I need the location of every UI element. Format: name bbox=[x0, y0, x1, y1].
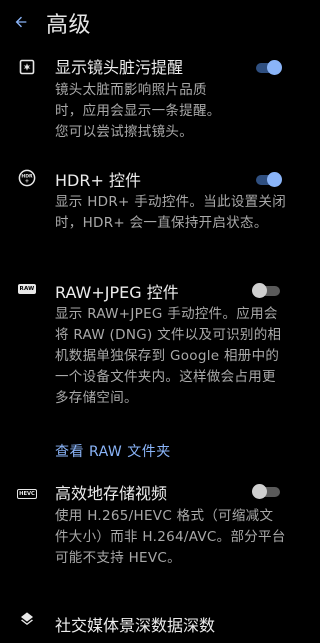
setting-efficient-video[interactable]: HEVC 高效地存储视频 使用 H.265/HEVC 格式（可缩减文件大小）而非… bbox=[0, 482, 300, 592]
setting-title: 显示镜头脏污提醒 bbox=[55, 58, 184, 77]
setting-description: 显示 HDR+ 手动控件。当此设置关闭时，HDR+ 会一直保持开启状态。 bbox=[55, 194, 287, 231]
page-title: 高级 bbox=[46, 13, 92, 38]
lens-dirty-toggle[interactable] bbox=[252, 59, 282, 75]
toggle-thumb bbox=[267, 60, 282, 75]
setting-title: 高效地存储视频 bbox=[55, 484, 168, 503]
toggle-thumb bbox=[252, 283, 267, 298]
toggle-thumb bbox=[267, 172, 282, 187]
setting-description: 镜头太脏而影响照片品质时，应用会显示一条提醒。您可以尝试擦拭镜头。 bbox=[55, 82, 221, 140]
back-button[interactable] bbox=[8, 9, 34, 35]
hdr-plus-toggle[interactable] bbox=[252, 171, 282, 187]
hevc-toggle[interactable] bbox=[252, 483, 282, 499]
toggle-thumb bbox=[252, 484, 267, 499]
setting-description: 显示 RAW+JPEG 手动控件。应用会将 RAW (DNG) 文件以及可识别的… bbox=[55, 306, 282, 406]
svg-text:+: + bbox=[25, 178, 29, 184]
app-header: 高级 bbox=[0, 0, 300, 44]
setting-raw-jpeg-controls[interactable]: RAW RAW+JPEG 控件 显示 RAW+JPEG 手动控件。应用会将 RA… bbox=[0, 276, 300, 466]
setting-lens-dirty-warning[interactable]: 显示镜头脏污提醒 镜头太脏而影响照片品质时，应用会显示一条提醒。您可以尝试擦拭镜… bbox=[0, 52, 300, 148]
hdr-plus-icon: HDR + bbox=[17, 168, 37, 188]
setting-title: HDR+ 控件 bbox=[55, 171, 141, 190]
setting-description: 使用 H.265/HEVC 格式（可缩减文件大小）而非 H.264/AVC。部分… bbox=[55, 508, 286, 566]
setting-title: 社交媒体景深数据深数 bbox=[55, 616, 216, 635]
setting-social-depth[interactable]: 社交媒体景深数据深数 bbox=[0, 608, 300, 643]
raw-jpeg-toggle[interactable] bbox=[252, 282, 282, 298]
view-raw-folder-link[interactable]: 查看 RAW 文件夹 bbox=[55, 441, 171, 461]
raw-icon: RAW bbox=[18, 284, 36, 294]
setting-title: RAW+JPEG 控件 bbox=[55, 283, 179, 302]
setting-hdr-plus-controls[interactable]: HDR + HDR+ 控件 显示 HDR+ 手动控件。当此设置关闭时，HDR+ … bbox=[0, 164, 300, 260]
layers-icon bbox=[17, 609, 37, 629]
arrow-back-icon bbox=[15, 16, 27, 28]
lens-dirty-icon bbox=[17, 57, 37, 77]
hevc-icon: HEVC bbox=[17, 489, 37, 499]
